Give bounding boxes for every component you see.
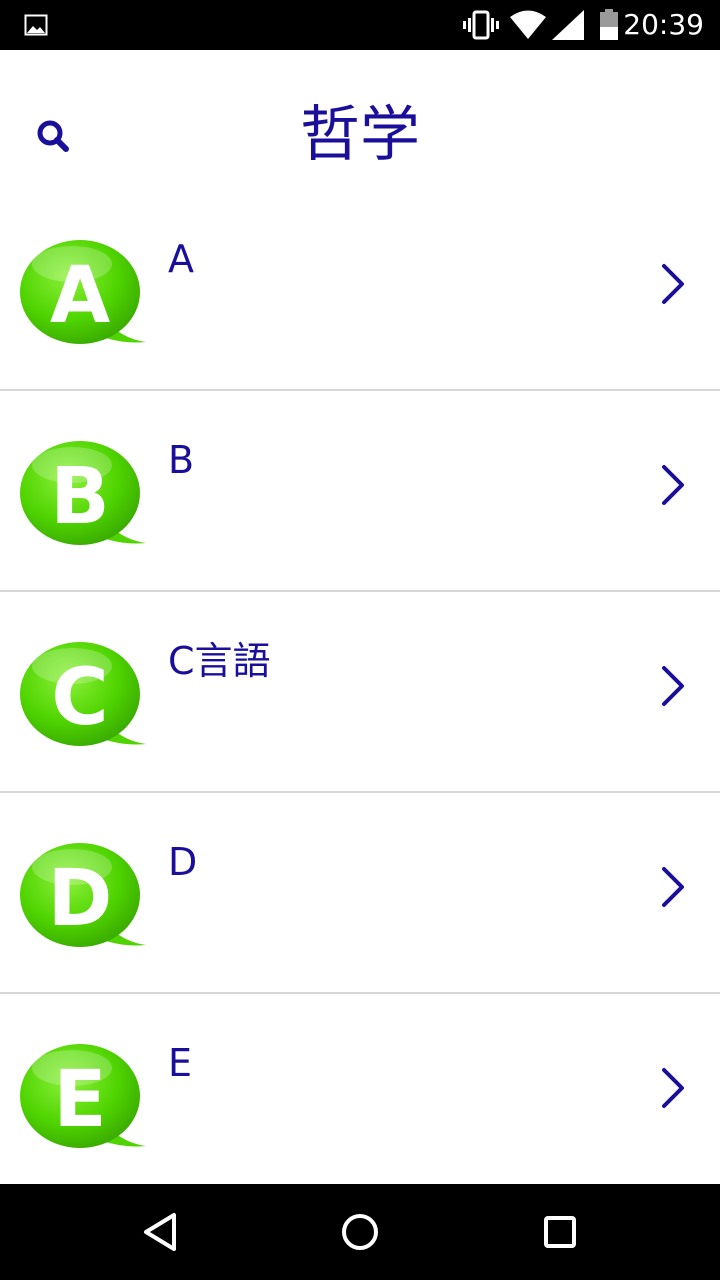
search-icon: [37, 120, 69, 152]
chevron-right-icon: [662, 666, 684, 706]
page-title: 哲学: [300, 100, 420, 170]
recents-button[interactable]: [530, 1202, 590, 1262]
cell-signal-icon: [552, 10, 584, 40]
list-item-label: B: [168, 438, 195, 482]
wifi-icon: [510, 10, 546, 39]
home-icon: [342, 1214, 378, 1250]
recents-icon: [544, 1216, 576, 1248]
list-item-label: C言語: [168, 639, 271, 683]
list-item[interactable]: C C言語: [0, 592, 720, 793]
navigation-bar: [0, 1184, 720, 1280]
letter-c-bubble-icon: C: [20, 642, 146, 746]
bubble-letter: D: [48, 854, 113, 944]
bubble-letter: A: [50, 251, 110, 341]
list-item[interactable]: B B: [0, 391, 720, 592]
back-icon: [144, 1213, 176, 1251]
vibrate-icon: [463, 10, 499, 40]
status-bar: 20:39: [0, 0, 720, 50]
category-list: A A B B C C言語 D D E E: [0, 190, 720, 1193]
list-item-label: E: [168, 1041, 193, 1085]
letter-d-bubble-icon: D: [20, 843, 146, 947]
chevron-right-icon: [662, 465, 684, 505]
screen: 20:39 哲学 A A B B C C言語 D D E E: [0, 0, 720, 1280]
gallery-notification-icon: [24, 14, 48, 36]
list-item[interactable]: E E: [0, 994, 720, 1193]
list-item-label: A: [168, 237, 194, 281]
home-button[interactable]: [330, 1202, 390, 1262]
letter-e-bubble-icon: E: [20, 1044, 146, 1148]
letter-a-bubble-icon: A: [20, 240, 146, 344]
bubble-letter: C: [51, 653, 108, 743]
list-item[interactable]: D D: [0, 793, 720, 994]
bubble-letter: E: [53, 1055, 106, 1145]
chevron-right-icon: [662, 264, 684, 304]
chevron-right-icon: [662, 867, 684, 907]
bubble-letter: B: [50, 452, 109, 542]
search-button[interactable]: [22, 105, 82, 165]
list-item-label: D: [168, 840, 198, 884]
letter-b-bubble-icon: B: [20, 441, 146, 545]
battery-icon: [600, 9, 618, 40]
list-item[interactable]: A A: [0, 190, 720, 391]
status-clock: 20:39: [623, 8, 704, 41]
chevron-right-icon: [662, 1068, 684, 1108]
back-button[interactable]: [130, 1204, 190, 1260]
